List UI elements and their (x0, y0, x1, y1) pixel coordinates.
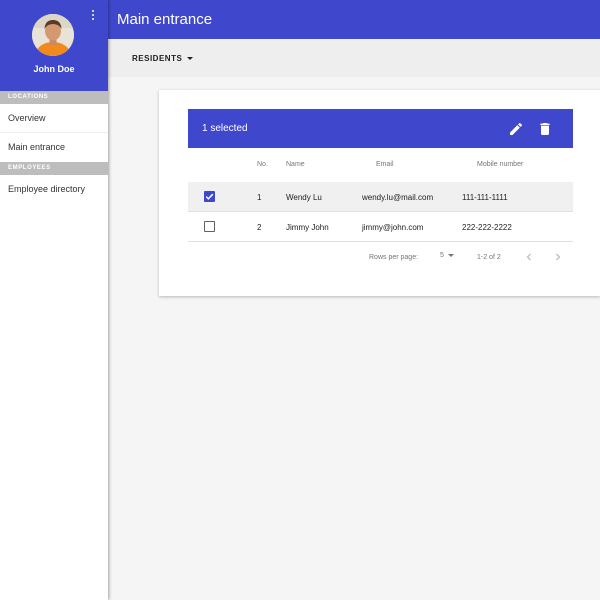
sidebar: John Doe LOCATIONS Overview Main entranc… (0, 0, 108, 600)
rows-per-page-label: Rows per page: (369, 254, 419, 261)
arrow-drop-down-icon (447, 254, 454, 257)
profile-header: John Doe (0, 0, 108, 91)
row-checkbox[interactable] (204, 191, 215, 202)
nav-item-overview[interactable]: Overview (0, 104, 108, 133)
cell-email: wendy.lu@mail.com (362, 193, 434, 202)
cell-email: jimmy@john.com (362, 223, 424, 232)
cell-no: 2 (257, 223, 262, 232)
cell-mobile: 111-111-1111 (462, 193, 508, 202)
selection-toolbar: 1 selected (188, 109, 573, 148)
selected-count: 1 selected (202, 123, 248, 134)
chevron-right-icon[interactable] (552, 251, 564, 263)
app-bar: Main entrance (108, 0, 600, 39)
rows-per-page-value: 5 (440, 252, 444, 259)
more-vert-icon[interactable] (88, 8, 98, 22)
check-icon (205, 193, 214, 200)
table-row[interactable]: 2 Jimmy John jimmy@john.com 222-222-2222 (188, 212, 573, 242)
cell-name: Wendy Lu (286, 193, 322, 202)
user-name: John Doe (33, 64, 75, 74)
delete-icon[interactable] (537, 121, 553, 137)
section-header-locations: LOCATIONS (0, 91, 108, 104)
nav-item-employee-directory[interactable]: Employee directory (0, 175, 108, 204)
avatar[interactable] (32, 14, 74, 56)
column-header-name[interactable]: Name (286, 161, 305, 168)
section-header-employees: EMPLOYEES (0, 162, 108, 175)
rows-per-page-select[interactable]: 5 (440, 252, 454, 259)
cell-no: 1 (257, 193, 262, 202)
chevron-left-icon[interactable] (523, 251, 535, 263)
column-header-email[interactable]: Email (376, 161, 394, 168)
nav-item-main-entrance[interactable]: Main entrance (0, 133, 108, 162)
residents-dropdown-button[interactable]: RESIDENTS (132, 54, 194, 63)
residents-label: RESIDENTS (132, 54, 183, 63)
cell-mobile: 222-222-2222 (462, 223, 512, 232)
edit-icon[interactable] (508, 121, 524, 137)
residents-table-card: 1 selected No. Name Email Mobile number … (159, 90, 600, 296)
column-header-no[interactable]: No. (257, 161, 268, 168)
row-checkbox[interactable] (204, 221, 215, 232)
arrow-drop-down-icon (187, 57, 194, 60)
cell-name: Jimmy John (286, 223, 329, 232)
column-header-mobile[interactable]: Mobile number (477, 161, 523, 168)
toolbar: RESIDENTS (108, 39, 600, 77)
table-row[interactable]: 1 Wendy Lu wendy.lu@mail.com 111-111-111… (188, 182, 573, 212)
page-title: Main entrance (117, 11, 213, 28)
pagination-range: 1-2 of 2 (477, 254, 501, 261)
